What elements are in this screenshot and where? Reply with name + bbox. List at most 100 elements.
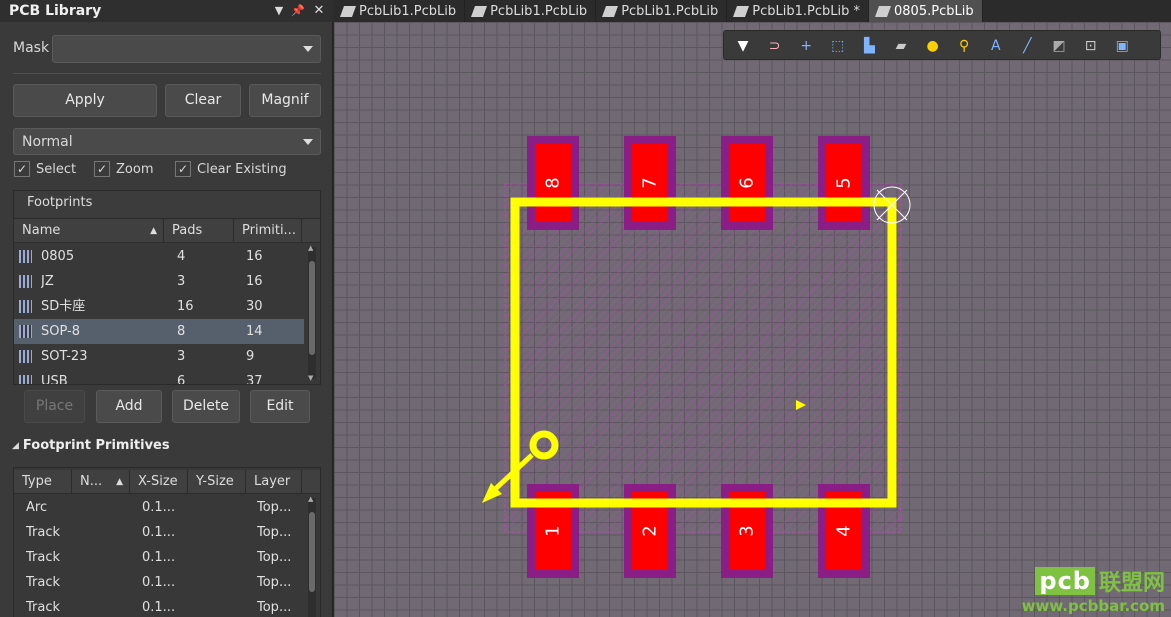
col-y-size[interactable]: Y-Size [188, 469, 246, 494]
footprint-drawing: 8 7 6 5 1 2 3 4 [482, 136, 911, 578]
watermark-cn: 联盟网 [1098, 571, 1165, 596]
primitive-x-size: 0.1... [142, 575, 176, 590]
primitive-x-size: 0.1... [142, 525, 176, 540]
pcblib-file-icon [339, 5, 357, 17]
footprint-name: 0805 [41, 249, 75, 264]
footprint-row[interactable]: JZ 3 16 [14, 269, 304, 294]
footprints-list: 0805 4 16 JZ 3 16 SD卡座 16 30 SOP-8 8 14 SOT-23 3 9 USB 6… [14, 244, 304, 384]
primitive-row[interactable]: Track 0.1... Top... [14, 595, 304, 617]
smd-pad[interactable]: 1 [527, 484, 579, 578]
pin-icon[interactable]: 📌 [291, 3, 305, 19]
primitive-x-size: 0.1... [142, 500, 176, 515]
mask-input[interactable] [52, 35, 321, 63]
pad-number: 8 [543, 177, 564, 188]
primitive-row[interactable]: Track 0.1... Top... [14, 570, 304, 595]
footprint-row[interactable]: USB 6 37 [14, 369, 304, 384]
primitive-x-size: 0.1... [142, 600, 176, 615]
pcblib-file-icon [471, 5, 488, 17]
pad-number: 7 [640, 177, 661, 188]
pcblib-file-icon [602, 5, 619, 17]
footprint-icon [19, 350, 32, 363]
collapse-triangle-icon[interactable]: ◢ [12, 441, 19, 451]
select-checkbox[interactable]: ✓ Select [14, 161, 76, 177]
col-primitives[interactable]: Primiti... [234, 218, 302, 243]
zoom-checkbox[interactable]: ✓ Zoom [94, 161, 153, 177]
primitive-layer: Top... [257, 500, 292, 515]
footprint-name: USB [41, 374, 68, 384]
footprint-row[interactable]: SOT-23 3 9 [14, 344, 304, 369]
primitive-row[interactable]: Track 0.1... Top... [14, 545, 304, 570]
primitive-layer: Top... [257, 600, 292, 615]
primitive-row[interactable]: Track 0.1... Top... [14, 520, 304, 545]
scroll-thumb[interactable] [309, 261, 315, 355]
close-icon[interactable]: ✕ [312, 3, 326, 19]
primitives-section: Type N... ▲ X-Size Y-Size Layer Arc 0.1...… [13, 467, 321, 617]
col-pads[interactable]: Pads [164, 218, 234, 243]
pad-number: 1 [543, 525, 564, 536]
pcb-library-panel: PCB Library ▼ 📌 ✕ Mask Apply Clear Magni… [0, 0, 333, 617]
footprint-row[interactable]: SD卡座 16 30 [14, 294, 304, 319]
primitive-type: Track [26, 525, 61, 540]
smd-pad[interactable]: 4 [818, 484, 870, 578]
mode-select[interactable]: Normal [13, 128, 321, 155]
footprint-primitives: 30 [246, 299, 263, 314]
col-type[interactable]: Type [14, 469, 72, 494]
footprint-name: SD卡座 [41, 299, 86, 314]
panel-title: PCB Library [9, 3, 102, 19]
sort-up-icon: ▲ [116, 476, 123, 487]
document-tabs: PcbLib1.PcbLib PcbLib1.PcbLib PcbLib1.PcbL… [334, 0, 1171, 22]
col-x-size[interactable]: X-Size [130, 469, 188, 494]
panel-menu-icon[interactable]: ▼ [272, 3, 286, 19]
footprint-primitives: 16 [246, 249, 263, 264]
primitives-header: Type N... ▲ X-Size Y-Size Layer [14, 469, 320, 494]
pcblib-file-icon [875, 5, 892, 17]
footprint-pads: 3 [177, 349, 186, 364]
footprint-icon [19, 300, 32, 313]
primitive-layer: Top... [257, 550, 292, 565]
scroll-down-icon: ▼ [308, 374, 314, 382]
col-n[interactable]: N... ▲ [72, 469, 130, 494]
scroll-up-icon: ▲ [308, 495, 314, 503]
tab-document[interactable]: PcbLib1.PcbLib [334, 0, 466, 22]
delete-button[interactable]: Delete [172, 390, 240, 423]
divider [13, 73, 321, 74]
footprints-section: Footprints Name ▲ Pads Primiti... 0805 4 16… [13, 190, 321, 385]
clear-existing-checkbox[interactable]: ✓ Clear Existing [175, 161, 287, 177]
tab-document[interactable]: PcbLib1.PcbLib [596, 0, 728, 22]
tab-document[interactable]: 0805.PcbLib [869, 0, 983, 22]
scroll-thumb[interactable] [309, 512, 315, 592]
tab-document[interactable]: PcbLib1.PcbLib * [727, 0, 870, 22]
primitive-type: Track [26, 600, 61, 615]
primitives-section-header[interactable]: ◢ Footprint Primitives [12, 438, 170, 453]
tab-document[interactable]: PcbLib1.PcbLib [465, 0, 597, 22]
magnify-button[interactable]: Magnif [249, 84, 321, 117]
footprint-row[interactable]: SOP-8 8 14 [14, 319, 304, 344]
smd-pad[interactable]: 8 [527, 136, 579, 230]
footprints-title: Footprints [14, 191, 320, 219]
smd-pad[interactable]: 5 [818, 136, 870, 230]
smd-pad[interactable]: 6 [721, 136, 773, 230]
smd-pad[interactable]: 7 [624, 136, 676, 230]
primitives-scrollbar[interactable]: ▲ [308, 495, 316, 617]
apply-button[interactable]: Apply [13, 84, 157, 117]
edit-button[interactable]: Edit [250, 390, 310, 423]
smd-pad[interactable]: 2 [624, 484, 676, 578]
col-name[interactable]: Name ▲ [14, 218, 164, 243]
place-button[interactable]: Place [24, 390, 85, 423]
footprint-row[interactable]: 0805 4 16 [14, 244, 304, 269]
footprint-primitives: 37 [246, 374, 263, 384]
courtyard-region [504, 183, 902, 533]
sort-up-icon: ▲ [150, 225, 157, 236]
panel-title-bar: PCB Library ▼ 📌 ✕ [0, 0, 333, 22]
footprints-scrollbar[interactable]: ▲ ▼ [308, 244, 316, 382]
watermark-url: www.pcbbar.com [1021, 597, 1165, 615]
col-layer[interactable]: Layer [246, 469, 302, 494]
pcb-canvas[interactable]: ▼ ⊃ + ⬚ ▙ ▰ ● ⚲ A ╱ ◩ ⊡ ▣ 87651234 pcb 联盟网 www. [334, 22, 1171, 617]
clear-button[interactable]: Clear [165, 84, 241, 117]
primitives-list: Arc 0.1... Top... Track 0.1... Top... Track 0.1… [14, 495, 304, 617]
footprints-header: Name ▲ Pads Primiti... [14, 218, 320, 243]
footprint-name: SOT-23 [41, 349, 88, 364]
primitive-row[interactable]: Arc 0.1... Top... [14, 495, 304, 520]
add-button[interactable]: Add [96, 390, 162, 423]
smd-pad[interactable]: 3 [721, 484, 773, 578]
